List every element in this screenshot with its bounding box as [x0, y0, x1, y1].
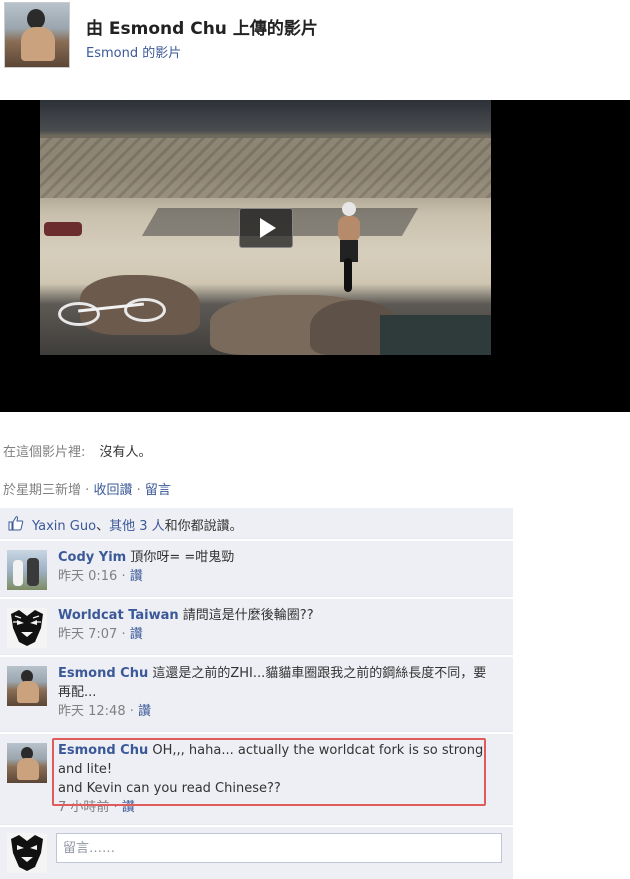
- likes-text: Yaxin Guo、其他 3 人和你都說讚。: [32, 519, 243, 534]
- comment-text: 請問這是什麼後輪圈??: [182, 608, 314, 623]
- album-link[interactable]: Esmond 的影片: [86, 42, 181, 61]
- comment-item: Esmond Chu 這還是之前的ZHI...貓貓車圈跟我之前的鋼絲長度不同，要…: [0, 657, 513, 732]
- worldcat-logo-icon: [7, 608, 47, 648]
- play-button[interactable]: [239, 208, 293, 248]
- video-thumbnail[interactable]: [40, 100, 491, 355]
- post-meta: 於星期三新增 · 收回讚 · 留言: [3, 483, 171, 498]
- comment-time: 7 小時前: [58, 800, 110, 815]
- commenter-name[interactable]: Worldcat Taiwan: [58, 608, 179, 623]
- commenter-avatar[interactable]: [7, 550, 47, 590]
- current-user-avatar: [7, 833, 47, 873]
- video-player[interactable]: [0, 100, 630, 412]
- comment-text: 頂你呀= =咁鬼勁: [130, 550, 235, 565]
- tagged-value: 沒有人。: [99, 445, 152, 460]
- profile-avatar[interactable]: [4, 2, 70, 68]
- like-comment-link[interactable]: 讚: [130, 569, 143, 584]
- comment-input[interactable]: [56, 833, 502, 863]
- comment-time: 昨天 12:48: [58, 704, 126, 719]
- like-comment-link[interactable]: 讚: [130, 627, 143, 642]
- thumbs-up-icon: [8, 516, 24, 531]
- comment-link[interactable]: 留言: [145, 483, 171, 498]
- like-comment-link[interactable]: 讚: [122, 800, 135, 815]
- comment-composer: [0, 827, 513, 879]
- tagged-row: 在這個影片裡: 沒有人。: [3, 441, 152, 460]
- post-header: 由 Esmond Chu 上傳的影片 Esmond 的影片: [4, 2, 624, 72]
- commenter-avatar[interactable]: [7, 743, 47, 783]
- commenter-name[interactable]: Cody Yim: [58, 550, 126, 565]
- comment-item: Esmond Chu OH,,, haha... actually the wo…: [0, 734, 513, 825]
- comment-time: 昨天 7:07: [58, 627, 118, 642]
- liker-name-link[interactable]: Yaxin Guo: [32, 519, 96, 534]
- comment-item: Cody Yim 頂你呀= =咁鬼勁 昨天 0:16 · 讚: [0, 541, 513, 597]
- commenter-avatar[interactable]: [7, 608, 47, 648]
- likes-bar: Yaxin Guo、其他 3 人和你都說讚。: [0, 508, 513, 539]
- added-time: 於星期三新增: [3, 483, 82, 498]
- tagged-label: 在這個影片裡:: [3, 445, 86, 460]
- play-icon: [260, 218, 276, 238]
- post-title: 由 Esmond Chu 上傳的影片: [86, 19, 318, 39]
- commenter-name[interactable]: Esmond Chu: [58, 666, 148, 681]
- commenter-avatar[interactable]: [7, 666, 47, 706]
- comments-panel: Yaxin Guo、其他 3 人和你都說讚。 Cody Yim 頂你呀= =咁鬼…: [0, 508, 513, 879]
- commenter-name[interactable]: Esmond Chu: [58, 743, 148, 758]
- comment-item: Worldcat Taiwan 請問這是什麼後輪圈?? 昨天 7:07 · 讚: [0, 599, 513, 655]
- worldcat-logo-icon: [7, 833, 47, 873]
- unlike-link[interactable]: 收回讚: [93, 483, 132, 498]
- comment-time: 昨天 0:16: [58, 569, 118, 584]
- comment-text-line2: and Kevin can you read Chinese??: [58, 781, 281, 796]
- other-likers-link[interactable]: 其他 3 人: [109, 519, 165, 534]
- like-comment-link[interactable]: 讚: [138, 704, 151, 719]
